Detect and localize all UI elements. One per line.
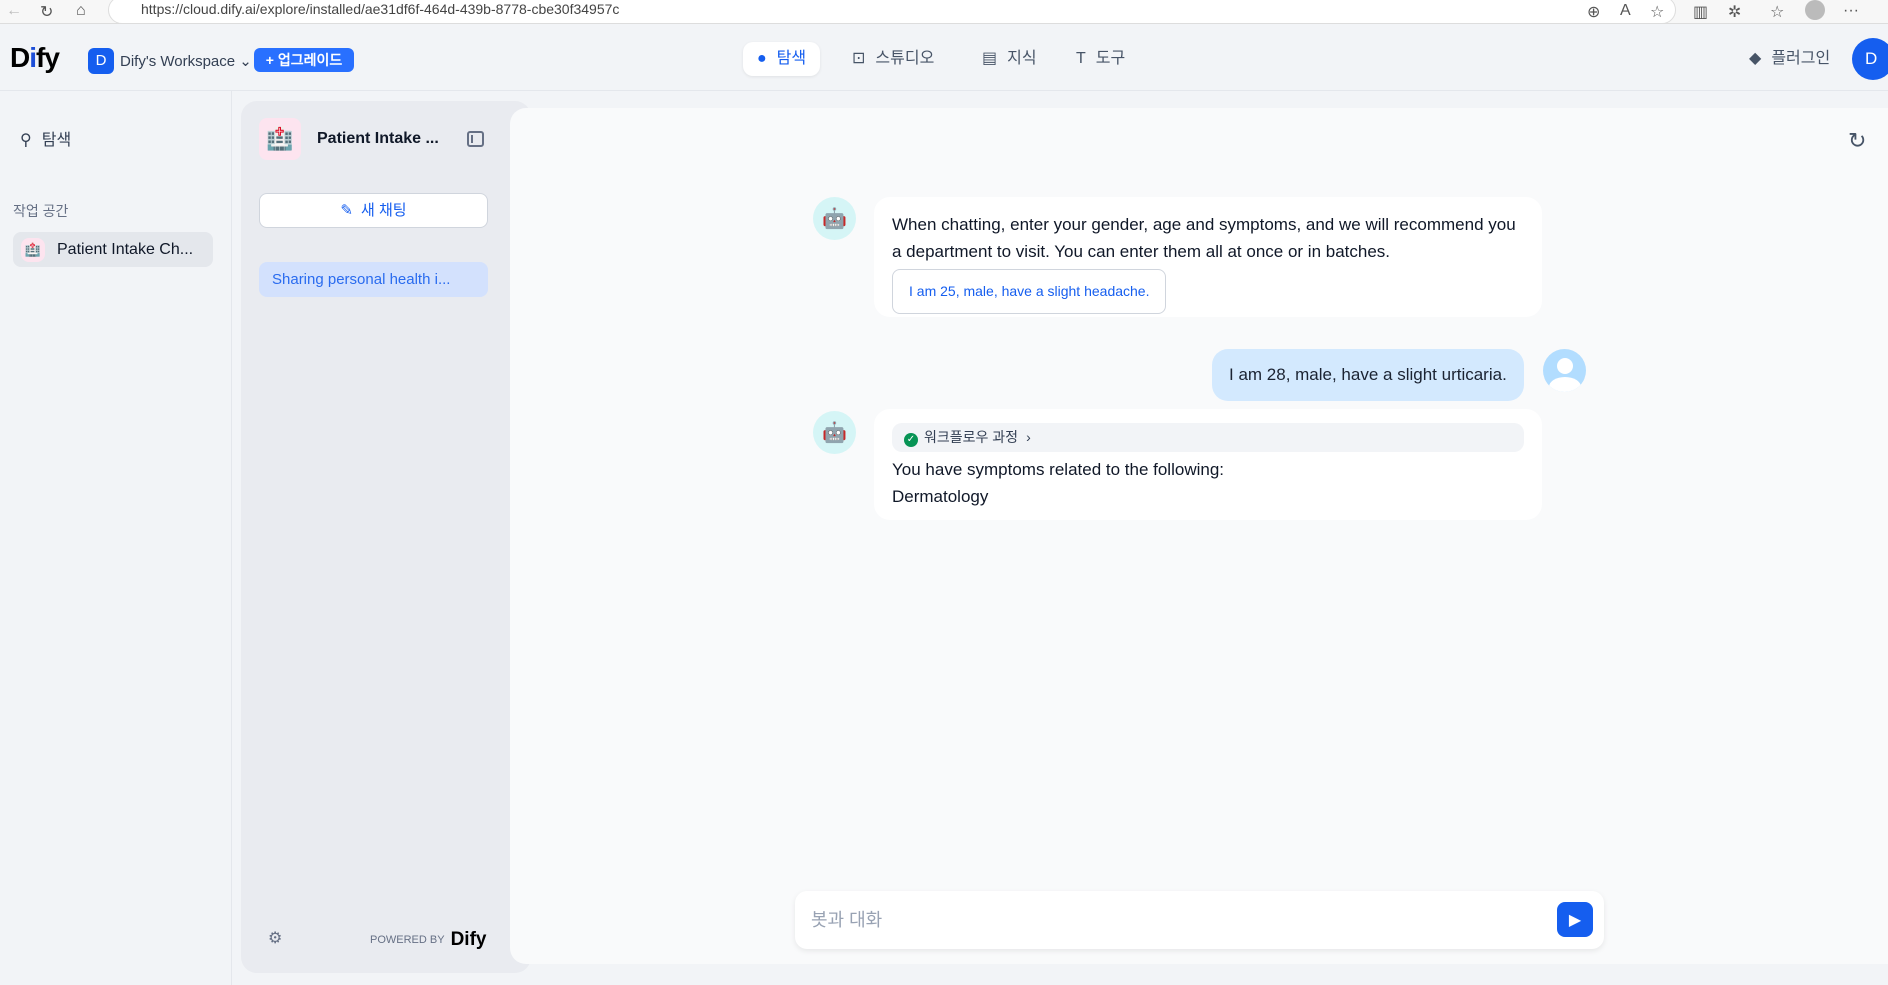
- reply-text: You have symptoms related to the followi…: [892, 460, 1225, 479]
- back-icon[interactable]: ←: [6, 2, 22, 20]
- app-title: Patient Intake ...: [317, 130, 439, 147]
- bot-message-opening: When chatting, enter your gender, age an…: [874, 197, 1542, 317]
- favorite-star-icon[interactable]: ☆: [1650, 2, 1664, 22]
- robot-icon: 🤖: [822, 422, 847, 444]
- workspace-avatar[interactable]: D: [88, 48, 114, 74]
- send-button[interactable]: ▶: [1557, 902, 1593, 937]
- reply-department: Dermatology: [892, 487, 989, 506]
- favorites-icon[interactable]: ☆: [1770, 2, 1784, 22]
- cube-icon: ◆: [1749, 50, 1762, 67]
- nav-tools[interactable]: T 도구: [1062, 42, 1139, 76]
- workspace-name: Dify's Workspace: [120, 53, 236, 70]
- robot-icon: ⊡: [852, 50, 866, 67]
- upgrade-button[interactable]: + 업그레이드: [254, 48, 354, 72]
- user-avatar-icon: [1543, 349, 1586, 392]
- message-text: When chatting, enter your gender, age an…: [892, 215, 1516, 261]
- dify-footer-logo: Dify: [450, 929, 487, 950]
- extensions-icon[interactable]: ✲: [1728, 2, 1741, 22]
- book-icon: ▤: [982, 50, 998, 67]
- zoom-icon[interactable]: ⊕: [1587, 2, 1600, 22]
- url-text: https://cloud.dify.ai/explore/installed/…: [141, 1, 620, 17]
- reload-icon[interactable]: ↻: [40, 2, 53, 22]
- bot-message-reply: ✓ 워크플로우 과정 › You have symptoms related to …: [874, 409, 1542, 520]
- left-sidebar: [0, 91, 232, 985]
- dify-logo[interactable]: Dify: [10, 42, 60, 74]
- check-circle-icon: ✓: [904, 433, 918, 447]
- sidebar-explore[interactable]: ⚲ 탐색: [20, 126, 71, 150]
- chat-input[interactable]: 봇과 대화: [795, 891, 1604, 949]
- user-message: I am 28, male, have a slight urticaria.: [1212, 349, 1524, 401]
- nav-label: 도구: [1095, 50, 1126, 67]
- app-icon: 🏥: [259, 118, 301, 160]
- bot-avatar: 🤖: [813, 411, 856, 454]
- collapse-sidebar-icon[interactable]: [467, 131, 484, 147]
- address-bar[interactable]: https://cloud.dify.ai/explore/installed/…: [108, 0, 1676, 24]
- sidebar-item-patient-intake[interactable]: 🏥 Patient Intake Ch...: [13, 232, 213, 267]
- nav-label: 지식: [1007, 50, 1037, 67]
- nav-label: 탐색: [776, 50, 807, 67]
- refresh-icon[interactable]: ↻: [1848, 128, 1866, 154]
- nav-studio[interactable]: ⊡ 스튜디오: [838, 42, 948, 76]
- home-icon[interactable]: ⌂: [76, 2, 86, 20]
- nav-knowledge[interactable]: ▤ 지식: [968, 42, 1051, 76]
- conversation-item[interactable]: Sharing personal health i...: [259, 262, 488, 297]
- nav-label: 스튜디오: [875, 50, 935, 67]
- edit-icon: ✎: [340, 202, 353, 219]
- read-aloud-icon[interactable]: A: [1620, 2, 1631, 20]
- app-icon: 🏥: [21, 237, 45, 262]
- settings-sliders-icon[interactable]: ⚙: [268, 928, 282, 948]
- app-panel: [241, 101, 531, 973]
- suggested-question-button[interactable]: I am 25, male, have a slight headache.: [892, 269, 1167, 314]
- workflow-process-toggle[interactable]: ✓ 워크플로우 과정 ›: [892, 423, 1524, 452]
- powered-by-text: POWERED BY: [370, 934, 445, 946]
- nav-explore[interactable]: ● 탐색: [743, 42, 821, 76]
- send-icon: ▶: [1568, 911, 1582, 929]
- telescope-icon: ⚲: [20, 132, 32, 149]
- more-icon[interactable]: ···: [1843, 2, 1859, 20]
- workspace-selector[interactable]: Dify's Workspace ⌄: [120, 52, 252, 70]
- chevron-right-icon: ›: [1026, 429, 1031, 445]
- explore-icon: ●: [757, 50, 767, 67]
- plugins-button[interactable]: ◆ 플러그인: [1735, 42, 1844, 76]
- new-chat-button[interactable]: ✎ 새 채팅: [259, 193, 488, 228]
- bot-avatar: 🤖: [813, 197, 856, 240]
- nav-label: 플러그인: [1771, 50, 1831, 67]
- new-chat-label: 새 채팅: [361, 202, 407, 219]
- profile-icon[interactable]: [1805, 0, 1825, 20]
- sidebar-explore-label: 탐색: [41, 132, 72, 149]
- chevron-down-icon: ⌄: [239, 53, 252, 70]
- sidebar-item-label: Patient Intake Ch...: [57, 240, 194, 258]
- user-avatar[interactable]: D: [1852, 38, 1888, 80]
- powered-by: POWERED BY Dify: [370, 929, 486, 951]
- reader-icon[interactable]: ▥: [1693, 2, 1708, 22]
- robot-icon: 🤖: [822, 208, 847, 230]
- browser-toolbar: ← ↻ ⌂ https://cloud.dify.ai/explore/inst…: [0, 0, 1888, 24]
- hammer-icon: T: [1076, 50, 1086, 67]
- workspace-section-title: 작업 공간: [13, 203, 69, 219]
- workflow-label: 워크플로우 과정: [924, 429, 1019, 445]
